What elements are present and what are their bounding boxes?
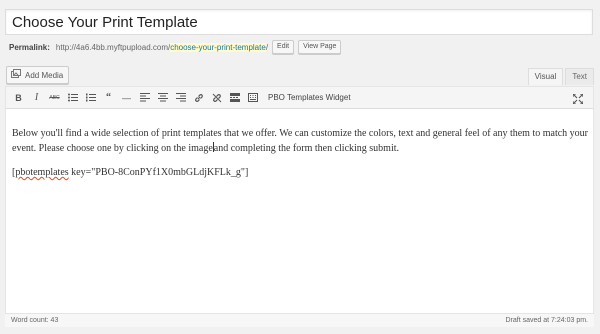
view-page-button[interactable]: View Page xyxy=(298,40,342,54)
unlink-icon[interactable] xyxy=(208,89,225,106)
italic-button[interactable]: I xyxy=(28,89,45,106)
blockquote-icon[interactable]: “ xyxy=(100,89,117,106)
draft-saved-status: Draft saved at 7:24:03 pm. xyxy=(505,317,589,324)
pbo-templates-widget-button[interactable]: PBO Templates Widget xyxy=(268,93,351,102)
bold-button[interactable]: B xyxy=(10,89,27,106)
tab-visual[interactable]: Visual xyxy=(527,68,564,85)
editor-status-bar: Word count: 43 Draft saved at 7:24:03 pm… xyxy=(5,313,594,327)
align-center-icon[interactable] xyxy=(154,89,171,106)
read-more-icon[interactable] xyxy=(226,89,243,106)
post-title-input[interactable]: Choose Your Print Template xyxy=(5,9,593,35)
editor-content[interactable]: Below you'll find a wide selection of pr… xyxy=(6,109,593,180)
numbered-list-icon[interactable] xyxy=(82,89,99,106)
editor-area: B I ABC “ — PBO Templates Widget Below y… xyxy=(5,86,594,327)
align-right-icon[interactable] xyxy=(172,89,189,106)
strikethrough-button[interactable]: ABC xyxy=(46,89,63,106)
paragraph-text-continued: and completing the form then clicking su… xyxy=(213,143,400,154)
permalink-suffix: / xyxy=(265,42,269,52)
editor-mode-tabs: Visual Text xyxy=(527,68,594,85)
shortcode-attributes: key="PBO-8ConPYf1X0mbGLdjKFLk_g"] xyxy=(68,167,249,178)
tab-text[interactable]: Text xyxy=(565,68,594,85)
permalink-slug: choose-your-print-template xyxy=(170,42,266,52)
permalink-row: Permalink: http://4a6.4bb.myftpupload.co… xyxy=(9,40,342,54)
permalink-label: Permalink: xyxy=(9,42,50,52)
add-media-label: Add Media xyxy=(25,70,64,80)
shortcode-name: pbotemplates xyxy=(15,167,69,178)
permalink-url[interactable]: http://4a6.4bb.myftpupload.com/choose-yo… xyxy=(55,42,269,52)
permalink-base: http://4a6.4bb.myftpupload.com/ xyxy=(55,42,171,52)
keyboard-toolbar-toggle-icon[interactable] xyxy=(244,89,261,106)
editor-toolbar: B I ABC “ — PBO Templates Widget xyxy=(6,87,593,109)
horizontal-line-icon[interactable]: — xyxy=(118,89,135,106)
link-icon[interactable] xyxy=(190,89,207,106)
align-left-icon[interactable] xyxy=(136,89,153,106)
shortcode-paragraph: [pbotemplates key="PBO-8ConPYf1X0mbGLdjK… xyxy=(12,165,593,180)
word-count: Word count: 43 xyxy=(11,317,59,324)
media-icon xyxy=(11,69,22,81)
content-paragraph: Below you'll find a wide selection of pr… xyxy=(12,126,593,156)
bullet-list-icon[interactable] xyxy=(64,89,81,106)
edit-permalink-button[interactable]: Edit xyxy=(272,40,295,54)
add-media-button[interactable]: Add Media xyxy=(6,66,70,84)
fullscreen-icon[interactable] xyxy=(569,90,586,107)
